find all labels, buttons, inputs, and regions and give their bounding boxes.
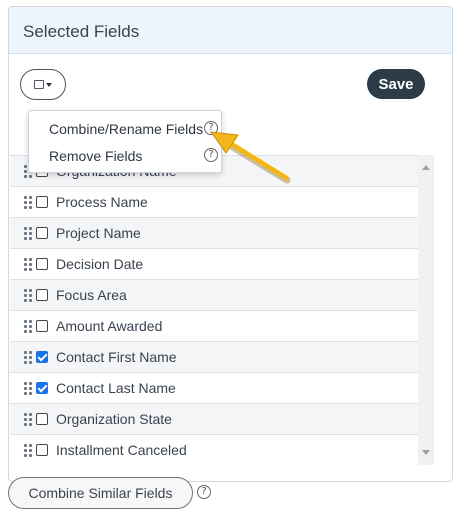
annotation-arrow-icon (209, 131, 291, 184)
